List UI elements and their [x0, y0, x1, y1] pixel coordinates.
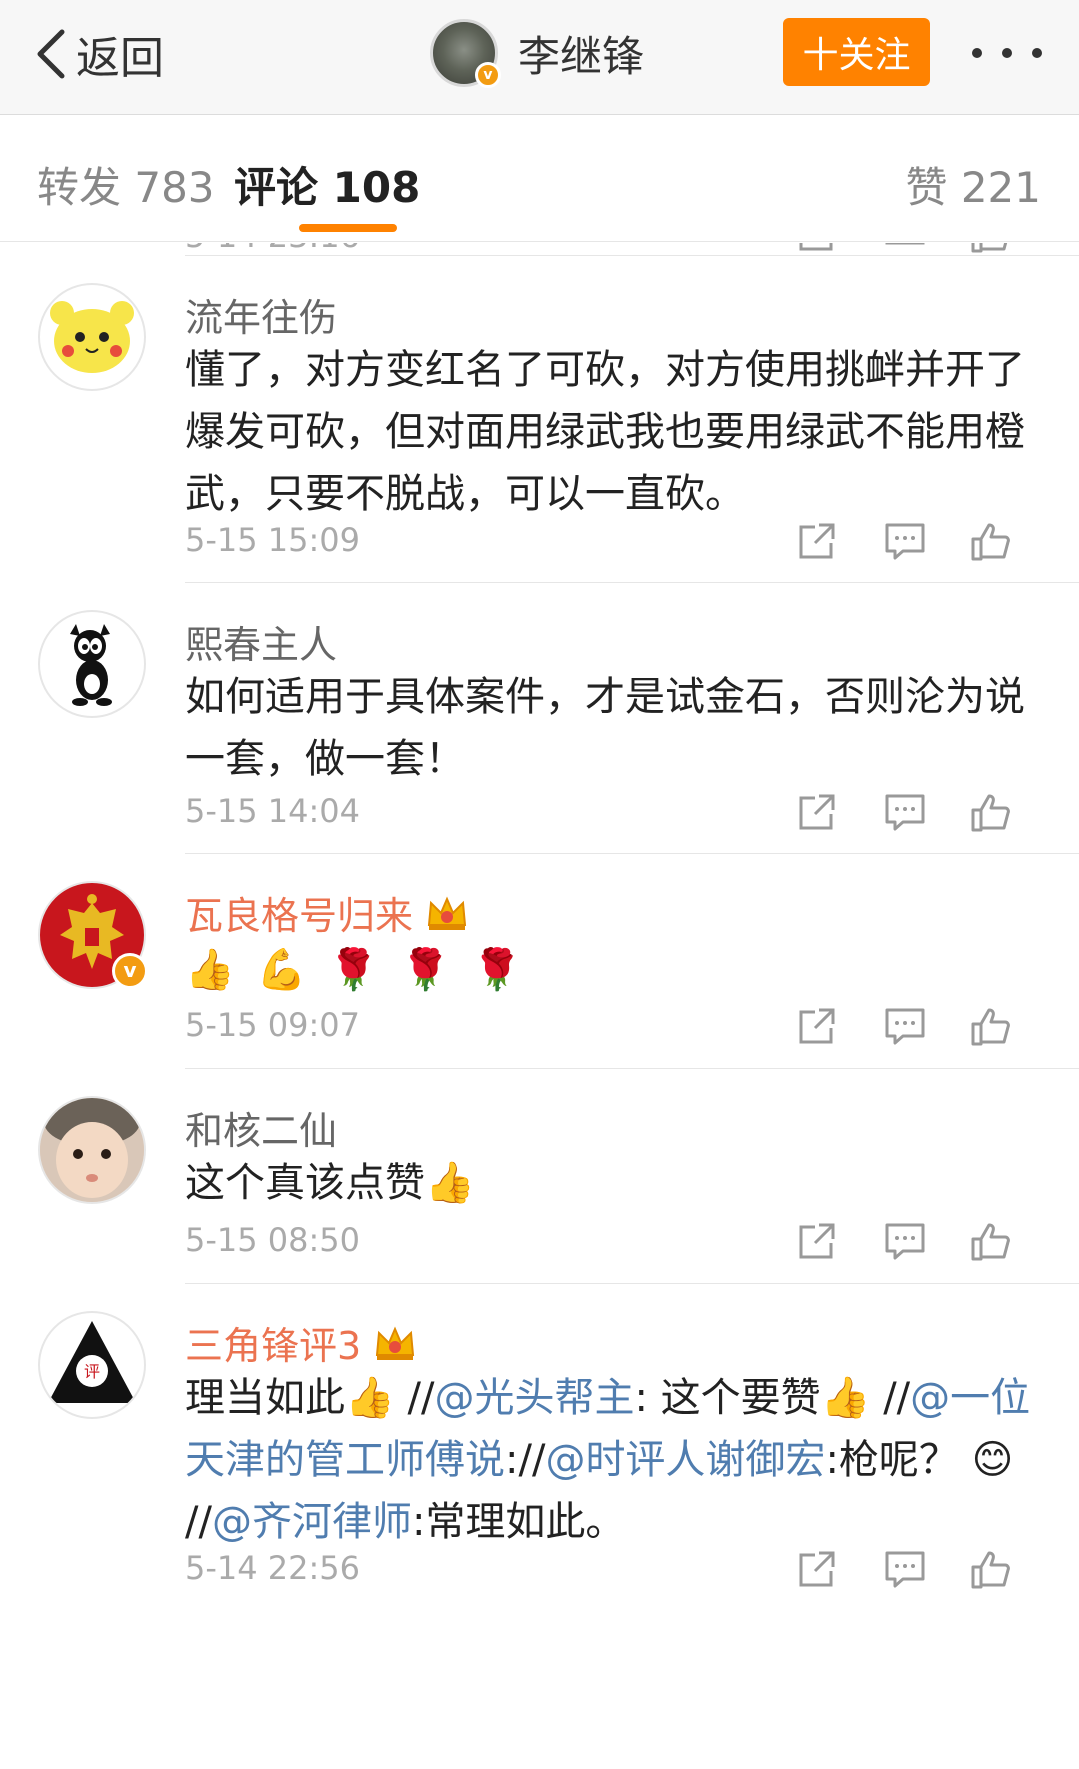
list-item: 评 三角锋评3 理当如此👍 //@光头帮主: 这个要赞👍 //@一位天津的管工师… [0, 1283, 1079, 1769]
comment-username[interactable]: 和核二仙 [185, 1100, 337, 1155]
comment-time: 5-15 14:04 [185, 792, 361, 830]
like-icon[interactable] [969, 1219, 1013, 1263]
comment-time: 5-14 23:16 [185, 243, 360, 255]
share-icon[interactable] [795, 1547, 839, 1591]
comment-time: 5-15 08:50 [185, 1221, 361, 1259]
share-icon[interactable] [795, 790, 839, 834]
top-nav-bar: 返回 v 李继锋 十关注 [0, 0, 1079, 115]
comment-icon[interactable] [883, 243, 927, 255]
like-icon[interactable] [969, 243, 1013, 255]
avatar[interactable] [38, 283, 146, 391]
comment-icon[interactable] [883, 1004, 927, 1048]
rose-icon: 🌹 [472, 947, 523, 993]
rose-icon: 🌹 [328, 947, 379, 993]
comment-content: 懂了，对方变红名了可砍，对方使用挑衅并开了爆发可砍，但对面用绿武我也要用绿武不能… [185, 347, 1025, 517]
content-text: : 这个要赞👍 // [634, 1375, 911, 1421]
mention-link[interactable]: @光头帮主 [434, 1375, 634, 1421]
comment-actions [795, 1219, 1045, 1267]
avatar[interactable]: 评 [38, 1311, 146, 1419]
crown-icon [376, 1325, 415, 1360]
tab-comments[interactable]: 评论 108 [234, 154, 420, 215]
comment-content: 这个真该点赞👍 [185, 1160, 475, 1206]
mention-link[interactable]: @齐河律师 [212, 1499, 412, 1545]
comment-username[interactable]: 瓦良格号归来 [185, 885, 469, 940]
list-item: v 瓦良格号归来 👍 💪 🌹 🌹 🌹 5-15 09:07 [0, 853, 1079, 1068]
share-icon[interactable] [795, 243, 839, 255]
comment-username[interactable]: 熙春主人 [185, 614, 337, 669]
like-icon[interactable] [969, 519, 1013, 563]
back-button[interactable]: 返回 [34, 22, 164, 86]
comment-content: 理当如此👍 //@光头帮主: 这个要赞👍 //@一位天津的管工师傅说://@时评… [185, 1367, 1045, 1553]
comment-content: 如何适用于具体案件，才是试金石，否则沦为说一套，做一套！ [185, 674, 1025, 782]
list-item: 流年往伤 懂了，对方变红名了可砍，对方使用挑衅并开了爆发可砍，但对面用绿武我也要… [0, 255, 1079, 582]
share-icon[interactable] [795, 1004, 839, 1048]
share-icon[interactable] [795, 1219, 839, 1263]
username-text: 瓦良格号归来 [185, 894, 414, 938]
comment-actions [795, 1547, 1045, 1595]
avatar[interactable]: v [38, 881, 148, 989]
chevron-left-icon [37, 29, 65, 79]
comment-content: 👍 💪 🌹 🌹 🌹 [185, 937, 1045, 1001]
comment-time: 5-15 09:07 [185, 1006, 361, 1044]
flexed-biceps-icon: 💪 [256, 947, 307, 993]
tab-likes[interactable]: 赞 221 [905, 154, 1041, 215]
baby-avatar [40, 1098, 144, 1202]
comment-time: 5-14 22:56 [185, 1549, 361, 1587]
comment-icon[interactable] [883, 519, 927, 563]
comment-icon[interactable] [883, 1219, 927, 1263]
avatar[interactable] [38, 610, 146, 718]
comment-list[interactable]: 5-14 23:16 流年往伤 懂了 [0, 243, 1079, 1769]
comment-actions [795, 1004, 1045, 1052]
like-icon[interactable] [969, 1004, 1013, 1048]
back-label: 返回 [76, 33, 164, 84]
content-text: :// [505, 1437, 546, 1483]
comment-username[interactable]: 流年往伤 [185, 287, 337, 342]
comment-time: 5-15 15:09 [185, 521, 361, 559]
felix-cat-avatar [70, 624, 112, 706]
page-title: 李继锋 [518, 31, 645, 81]
avatar[interactable]: v [430, 19, 501, 88]
username-text: 三角锋评3 [185, 1324, 362, 1368]
list-item: 和核二仙 这个真该点赞👍 5-15 08:50 [0, 1068, 1079, 1283]
share-icon[interactable] [795, 519, 839, 563]
active-tab-indicator [299, 224, 397, 232]
comment-icon[interactable] [883, 1547, 927, 1591]
more-icon[interactable] [972, 38, 1042, 68]
triangle-logo-avatar: 评 [48, 1321, 136, 1403]
verified-badge: v [112, 953, 148, 989]
follow-button[interactable]: 十关注 [783, 18, 930, 86]
comment-username[interactable]: 三角锋评3 [185, 1315, 417, 1370]
pikachu-avatar [50, 301, 134, 373]
comment-icon[interactable] [883, 790, 927, 834]
verified-badge: v [475, 62, 501, 88]
svg-text:评: 评 [84, 1362, 100, 1381]
thumbs-up-icon: 👍 [185, 947, 235, 993]
tab-reposts[interactable]: 转发 783 [37, 154, 215, 215]
tab-bar: 转发 783 评论 108 赞 221 [0, 116, 1079, 242]
nav-user[interactable]: v 李继锋 [430, 18, 644, 88]
crown-icon [427, 895, 467, 930]
like-icon[interactable] [969, 1547, 1013, 1591]
content-text: :常理如此。 [411, 1499, 626, 1545]
avatar[interactable] [38, 1096, 146, 1204]
mention-link[interactable]: @时评人谢御宏 [545, 1437, 825, 1483]
like-icon[interactable] [969, 790, 1013, 834]
rose-icon: 🌹 [400, 947, 451, 993]
list-item: 熙春主人 如何适用于具体案件，才是试金石，否则沦为说一套，做一套！ 5-15 1… [0, 582, 1079, 853]
comment-actions [795, 790, 1045, 838]
content-text: 理当如此👍 // [185, 1375, 435, 1421]
comment-actions [795, 519, 1045, 567]
